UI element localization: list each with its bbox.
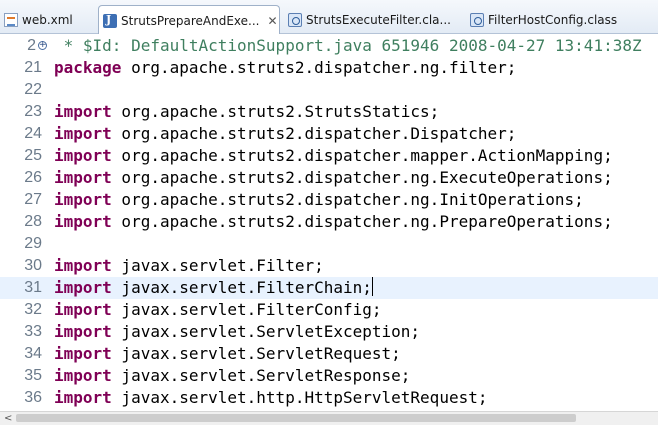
code-line[interactable]: 29 — [0, 233, 658, 255]
code-token: javax.servlet.ServletResponse; — [111, 366, 411, 385]
keyword-token: import — [54, 366, 112, 385]
tab-web-xml[interactable]: web.xml — [0, 5, 73, 34]
line-number: 26 — [24, 169, 42, 186]
tab-struts-prepare-and-execute[interactable]: StrutsPrepareAndExe... ✕ — [98, 5, 280, 35]
java-file-icon — [103, 13, 117, 28]
code-token: javax.servlet.http.HttpServletRequest; — [111, 388, 488, 407]
line-number: 36 — [24, 389, 42, 406]
code-token: org.apache.struts2.dispatcher.ng.Execute… — [111, 168, 613, 187]
comment-token: * $Id: DefaultActionSupport.java 651946 … — [54, 36, 642, 55]
code-token: org.apache.struts2.dispatcher.ng.Prepare… — [111, 212, 613, 231]
line-number: 2 — [27, 37, 36, 54]
code-token: org.apache.struts2.dispatcher.Dispatcher… — [111, 124, 517, 143]
line-number: 22 — [24, 81, 42, 98]
keyword-token: import — [54, 256, 112, 275]
class-file-icon — [288, 12, 302, 27]
code-line[interactable]: 26 import org.apache.struts2.dispatcher.n… — [0, 167, 658, 189]
class-file-icon — [470, 12, 484, 27]
code-line[interactable]: 33 import javax.servlet.ServletException; — [0, 321, 658, 343]
code-text: import javax.servlet.FilterChain; — [54, 277, 373, 299]
line-number: 21 — [24, 59, 42, 76]
keyword-token: import — [54, 102, 112, 121]
code-token: javax.servlet.ServletException; — [111, 322, 421, 341]
code-line[interactable]: 30 import javax.servlet.Filter; — [0, 255, 658, 277]
keyword-token: import — [54, 146, 112, 165]
line-number: 34 — [24, 345, 42, 362]
keyword-token: package — [54, 58, 122, 77]
code-line[interactable]: 32 import javax.servlet.FilterConfig; — [0, 299, 658, 321]
code-line[interactable]: 23 import org.apache.struts2.StrutsStatic… — [0, 101, 658, 123]
code-token: org.apache.struts2.dispatcher.mapper.Act… — [111, 146, 613, 165]
code-line[interactable]: 35 import javax.servlet.ServletResponse; — [0, 365, 658, 387]
line-number: 35 — [24, 367, 42, 384]
code-token: javax.servlet.ServletRequest; — [111, 344, 401, 363]
keyword-token: import — [54, 168, 112, 187]
code-text: import org.apache.struts2.dispatcher.map… — [54, 145, 613, 167]
tab-label: web.xml — [22, 12, 73, 27]
keyword-token: import — [54, 190, 112, 209]
code-text: import javax.servlet.FilterConfig; — [54, 299, 382, 321]
keyword-token: import — [54, 278, 112, 297]
code-line[interactable]: 36 import javax.servlet.http.HttpServletR… — [0, 387, 658, 409]
line-number: 28 — [24, 213, 42, 230]
line-number: 30 — [24, 257, 42, 274]
line-number: 27 — [24, 191, 42, 208]
line-number: 31 — [24, 279, 42, 296]
close-icon[interactable]: ✕ — [268, 14, 278, 28]
tab-label: FilterHostConfig.class — [488, 12, 618, 27]
code-token: javax.servlet.FilterConfig; — [111, 300, 382, 319]
code-text: import javax.servlet.ServletResponse; — [54, 365, 410, 387]
code-line[interactable]: 34 import javax.servlet.ServletRequest; — [0, 343, 658, 365]
keyword-token: import — [54, 322, 112, 341]
scroll-left-icon[interactable]: < — [4, 413, 12, 424]
code-text: import org.apache.struts2.dispatcher.ng.… — [54, 189, 584, 211]
code-line[interactable]: 25 import org.apache.struts2.dispatcher.m… — [0, 145, 658, 167]
code-token: org.apache.struts2.StrutsStatics; — [111, 102, 440, 121]
tab-filter-host-config[interactable]: FilterHostConfig.class — [466, 5, 617, 34]
code-text: import org.apache.struts2.StrutsStatics; — [54, 101, 439, 123]
scrollbar-thumb[interactable] — [16, 414, 576, 422]
code-token: org.apache.struts2.dispatcher.ng.filter; — [121, 58, 517, 77]
tab-label: StrutsPrepareAndExe... — [121, 13, 260, 28]
code-token: org.apache.struts2.dispatcher.ng.InitOpe… — [111, 190, 584, 209]
code-text: import org.apache.struts2.dispatcher.ng.… — [54, 211, 613, 233]
keyword-token: import — [54, 388, 112, 407]
line-number: 32 — [24, 301, 42, 318]
code-text: import org.apache.struts2.dispatcher.ng.… — [54, 167, 613, 189]
line-number: 29 — [24, 235, 42, 252]
line-number: 25 — [24, 147, 42, 164]
editor-tab-bar: web.xml StrutsPrepareAndExe... ✕ StrutsE… — [0, 0, 658, 35]
code-line[interactable]: 2 + * $Id: DefaultActionSupport.java 6519… — [0, 35, 658, 57]
code-line[interactable]: 21 package org.apache.struts2.dispatcher.… — [0, 57, 658, 79]
keyword-token: import — [54, 212, 112, 231]
code-line[interactable]: 27 import org.apache.struts2.dispatcher.n… — [0, 189, 658, 211]
keyword-token: import — [54, 344, 112, 363]
code-token: javax.servlet.FilterChain; — [111, 278, 372, 297]
line-number: 33 — [24, 323, 42, 340]
xml-file-icon — [4, 12, 18, 27]
text-caret — [371, 277, 373, 296]
keyword-token: import — [54, 124, 112, 143]
horizontal-scrollbar[interactable]: < — [0, 411, 658, 425]
fold-expand-icon[interactable]: + — [38, 41, 47, 50]
code-line[interactable]: 22 — [0, 79, 658, 101]
code-line[interactable]: 28 import org.apache.struts2.dispatcher.n… — [0, 211, 658, 233]
code-editor[interactable]: 2 + * $Id: DefaultActionSupport.java 6519… — [0, 34, 658, 411]
code-text: package org.apache.struts2.dispatcher.ng… — [54, 57, 516, 79]
code-text: import javax.servlet.Filter; — [54, 255, 324, 277]
code-text: import javax.servlet.ServletRequest; — [54, 343, 401, 365]
code-text: import org.apache.struts2.dispatcher.Dis… — [54, 123, 516, 145]
code-text: * $Id: DefaultActionSupport.java 651946 … — [54, 35, 642, 57]
code-text: import javax.servlet.http.HttpServletReq… — [54, 387, 487, 409]
code-text: import javax.servlet.ServletException; — [54, 321, 420, 343]
code-token: javax.servlet.Filter; — [111, 256, 324, 275]
code-line[interactable]: 24 import org.apache.struts2.dispatcher.D… — [0, 123, 658, 145]
line-number: 24 — [24, 125, 42, 142]
tab-struts-execute-filter[interactable]: StrutsExecuteFilter.cla... — [284, 5, 451, 34]
code-line[interactable]: 31 import javax.servlet.FilterChain; — [0, 277, 658, 299]
tab-label: StrutsExecuteFilter.cla... — [306, 12, 451, 27]
keyword-token: import — [54, 300, 112, 319]
line-number: 23 — [24, 103, 42, 120]
